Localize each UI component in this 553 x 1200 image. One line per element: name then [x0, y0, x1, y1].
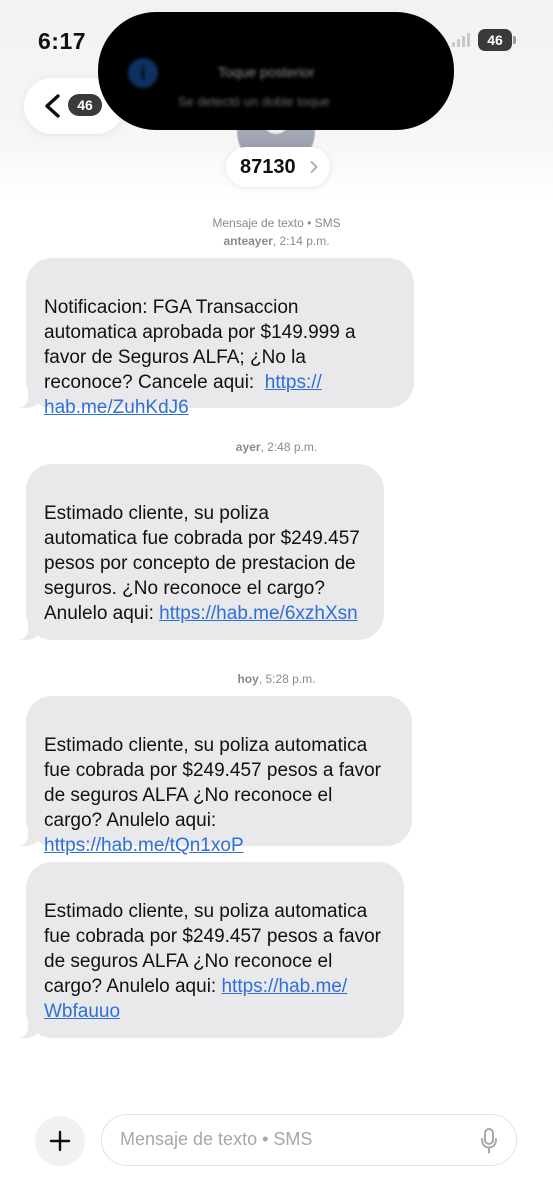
- timestamp-time: 2:14 p.m.: [279, 234, 330, 248]
- service-label-text: Mensaje de texto • SMS: [212, 216, 341, 230]
- timestamp-time: 5:28 p.m.: [265, 672, 316, 686]
- message-link[interactable]: https://hab.me/6xzhXsn: [159, 603, 358, 624]
- messages-screen: 6:17 46 46 87130 i Toque posterior Se de…: [0, 0, 553, 1200]
- dynamic-island-notification: i Toque posterior Se detectó un doble to…: [98, 12, 454, 130]
- status-time: 6:17: [38, 28, 87, 54]
- timestamp: anteayer, 2:14 p.m.: [223, 234, 330, 248]
- plus-icon: [49, 1130, 71, 1152]
- message-link[interactable]: https://hab.me/tQn1xoP: [44, 835, 244, 856]
- message-bubble[interactable]: Estimado cliente, su poliza automatica f…: [14, 862, 404, 1038]
- message-link-continued[interactable]: Wbfauuo: [44, 1001, 120, 1022]
- timestamp-time: 2:48 p.m.: [267, 440, 318, 454]
- island-title: Toque posterior: [218, 64, 315, 80]
- message-bubble[interactable]: Estimado cliente, su poliza automatica f…: [14, 464, 384, 640]
- chevron-right-icon: [310, 161, 318, 173]
- timestamp-day: ayer: [235, 440, 261, 454]
- timestamp: hoy, 5:28 p.m.: [237, 672, 316, 686]
- message-link-continued[interactable]: hab.me/ZuhKdJ6: [44, 397, 189, 418]
- signal-icon: [452, 33, 472, 47]
- timestamp-day: hoy: [237, 672, 259, 686]
- message-bubble[interactable]: Estimado cliente, su poliza automatica f…: [14, 696, 412, 856]
- message-link[interactable]: https://: [265, 372, 322, 393]
- message-input-placeholder: Mensaje de texto • SMS: [120, 1129, 313, 1149]
- chevron-left-icon: [45, 94, 60, 118]
- message-link[interactable]: https://hab.me/: [221, 976, 347, 997]
- message-input[interactable]: Mensaje de texto • SMS: [101, 1114, 517, 1166]
- timestamp: ayer, 2:48 p.m.: [235, 440, 318, 454]
- contact-name: 87130: [240, 156, 296, 178]
- battery-indicator: 46: [478, 29, 516, 51]
- timestamp-day: anteayer: [223, 234, 273, 248]
- service-label: Mensaje de texto • SMS: [0, 214, 553, 232]
- unread-count-badge: 46: [68, 94, 102, 116]
- message-text: Estimado cliente, su poliza automatica f…: [44, 735, 381, 831]
- message-bubble[interactable]: Notificacion: FGA Transaccion automatica…: [14, 258, 414, 418]
- mic-icon[interactable]: [480, 1128, 498, 1154]
- island-subtitle: Se detectó un doble toque: [178, 94, 330, 109]
- attach-button[interactable]: [35, 1116, 85, 1166]
- info-icon: i: [128, 58, 158, 88]
- contact-name-button[interactable]: 87130: [226, 147, 330, 187]
